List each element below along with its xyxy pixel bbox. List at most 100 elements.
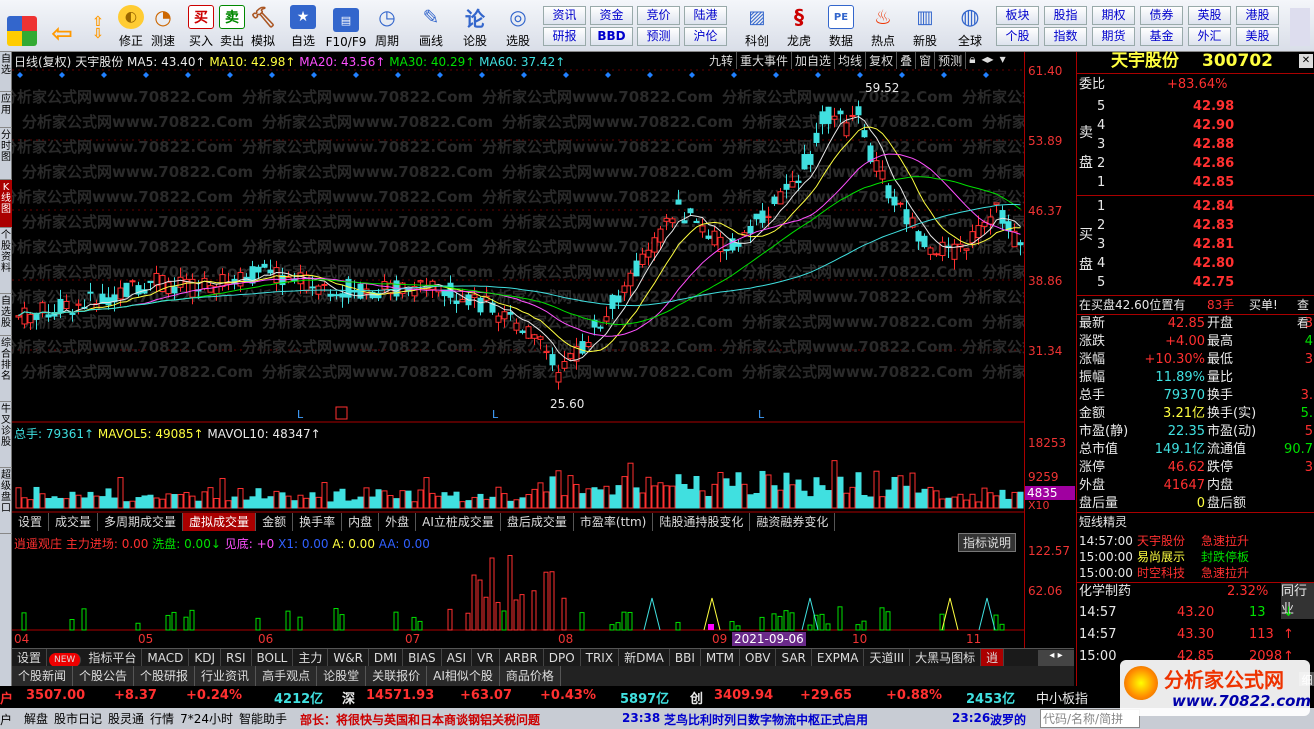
indicator-bottom-tab[interactable]: MTM: [701, 649, 740, 667]
indicator-tab[interactable]: 融资融券变化: [750, 513, 836, 531]
ukstock-grid-button[interactable]: 英股: [1188, 6, 1231, 25]
indicator-bottom-tab[interactable]: DMI: [369, 649, 404, 667]
info-tab[interactable]: 关联报价: [366, 666, 428, 686]
indicator-tab[interactable]: AI立桩成交量: [416, 513, 501, 531]
indicator-bottom-tab[interactable]: 设置: [12, 649, 48, 667]
tool-nine[interactable]: 九转: [706, 52, 738, 69]
sell-button[interactable]: 卖 卖出: [217, 3, 247, 49]
news-link[interactable]: 股市日记: [54, 710, 102, 727]
bbd-grid-button[interactable]: BBD: [590, 27, 633, 46]
new-badge[interactable]: NEW: [49, 653, 82, 667]
kechuang-button[interactable]: ▨ 科创: [740, 3, 774, 49]
tool-events[interactable]: 重大事件: [737, 52, 793, 69]
board-label[interactable]: 中小板指: [1036, 688, 1088, 707]
forecast-grid-button[interactable]: 预测: [637, 27, 680, 46]
tool-lock-icon[interactable]: 🔒︎: [966, 52, 978, 69]
hulun-grid-button[interactable]: 沪伦: [684, 27, 727, 46]
info-tab[interactable]: 高手观点: [256, 666, 318, 686]
indicator-tab[interactable]: 设置: [12, 513, 50, 531]
indicator-bottom-tab[interactable]: RSI: [221, 649, 252, 667]
leftnav-mystocks[interactable]: 自选股: [0, 294, 12, 336]
leftnav-watchlist[interactable]: 自选: [0, 52, 12, 92]
windows-button[interactable]: [4, 3, 40, 49]
hkstock-grid-button[interactable]: 港股: [1236, 6, 1279, 25]
headline-3[interactable]: 波罗的: [990, 711, 1026, 728]
forex-grid-button[interactable]: 外汇: [1188, 27, 1231, 46]
indicator-tab[interactable]: 盘后成交量: [501, 513, 574, 531]
hot-button[interactable]: ♨ 热点: [866, 3, 900, 49]
indicator-bottom-tab[interactable]: OBV: [740, 649, 777, 667]
leftnav-profile[interactable]: 个股资料: [0, 228, 12, 294]
tool-ma[interactable]: 均线: [835, 52, 867, 69]
buy-level[interactable]: 3 42.81: [1077, 236, 1314, 254]
indicator-bottom-tab[interactable]: DPO: [544, 649, 581, 667]
tool-adjust[interactable]: 复权: [866, 52, 898, 69]
info-tab[interactable]: 商品价格: [499, 666, 561, 686]
stockindex-grid-button[interactable]: 股指: [1044, 6, 1087, 25]
indicator-tab[interactable]: 外盘: [379, 513, 417, 531]
simulate-button[interactable]: 🔨︎ 模拟: [248, 3, 278, 49]
indicator-bottom-tab[interactable]: KDJ: [189, 649, 221, 667]
stock-grid-button[interactable]: 个股: [996, 27, 1039, 46]
dragon-button[interactable]: § 龙虎: [782, 3, 816, 49]
tool-forecast[interactable]: 预测: [935, 52, 967, 69]
global-button[interactable]: ◍ 全球: [952, 3, 988, 49]
back-button[interactable]: ⇦: [46, 3, 78, 49]
chart-area[interactable]: 分析家公式网www.70822.Com 分析家公式网www.70822.Com 分析…: [12, 52, 1024, 648]
buy-level[interactable]: 2 42.83: [1077, 217, 1314, 235]
indicator-bottom-tab[interactable]: EXPMA: [812, 649, 865, 667]
tab-scroll-arrows[interactable]: ◂ ▸: [1038, 650, 1074, 666]
news-link[interactable]: 解盘: [24, 710, 48, 727]
research-grid-button[interactable]: 研报: [543, 27, 586, 46]
tool-dropdown-icon[interactable]: ▾: [997, 52, 1009, 69]
bidding-grid-button[interactable]: 竞价: [637, 6, 680, 25]
indicator-bottom-tab[interactable]: TRIX: [581, 649, 620, 667]
kline-chart[interactable]: 分析家公式网www.70822.Com 分析家公式网www.70822.Com 分析…: [12, 52, 1024, 648]
data-button[interactable]: PE 数据: [824, 3, 858, 49]
indicator-bottom-tab[interactable]: BIAS: [403, 649, 442, 667]
news-link[interactable]: 股灵通: [108, 710, 144, 727]
leftnav-diagnose[interactable]: 牛叉诊股: [0, 402, 12, 468]
sector-grid-button[interactable]: 板块: [996, 6, 1039, 25]
info-tab[interactable]: 个股公告: [73, 666, 135, 686]
buy-button[interactable]: 买 买入: [186, 3, 216, 49]
speed-button[interactable]: ◔ 测速: [148, 3, 178, 49]
buy-level[interactable]: 4 42.80: [1077, 255, 1314, 273]
indicator-bottom-tab[interactable]: MACD: [142, 649, 190, 667]
indicator-bottom-tab[interactable]: 天道III: [864, 649, 911, 667]
tool-overlay[interactable]: 叠: [897, 52, 917, 69]
tool-window[interactable]: 窗: [916, 52, 936, 69]
indicator-tab[interactable]: 内盘: [342, 513, 380, 531]
indicator-bottom-tab[interactable]: 大黑马图标: [910, 649, 982, 667]
sell-level[interactable]: 4 42.90: [1077, 117, 1314, 135]
indicator-tab[interactable]: 多周期成交量: [98, 513, 184, 531]
lugang-grid-button[interactable]: 陆港: [684, 6, 727, 25]
indicator-bottom-tab[interactable]: 新DMA: [619, 649, 670, 667]
sell-level[interactable]: 2 42.86: [1077, 155, 1314, 173]
updown-button[interactable]: ⇧ ⇩: [84, 3, 112, 49]
leftnav-ranking[interactable]: 综合排名: [0, 336, 12, 402]
indicator-bottom-tab[interactable]: 指标平台: [83, 649, 143, 667]
indicator-tab[interactable]: 市盈率(ttm): [574, 513, 654, 531]
indicator-bottom-tab[interactable]: 主力: [293, 649, 329, 667]
toolbar-scroll[interactable]: [1290, 8, 1310, 46]
funds2-grid-button[interactable]: 基金: [1140, 27, 1183, 46]
indicator-tab[interactable]: 陆股通持股变化: [653, 513, 751, 531]
usstock-grid-button[interactable]: 美股: [1236, 27, 1279, 46]
indicator-bottom-tab[interactable]: VR: [472, 649, 500, 667]
indicator-help-button[interactable]: 指标说明: [958, 533, 1017, 552]
headline-1[interactable]: 部长：将很快与英国和日本商谈钢铝关税问题: [300, 711, 540, 728]
funds-grid-button[interactable]: 资金: [590, 6, 633, 25]
news-grid-button[interactable]: 资讯: [543, 6, 586, 25]
forum-button[interactable]: 论 论股: [458, 3, 492, 49]
indicator-tab[interactable]: 换手率: [293, 513, 343, 531]
sell-level[interactable]: 5 42.98: [1077, 98, 1314, 116]
stock-select-button[interactable]: ◎ 选股: [500, 3, 536, 49]
news-link[interactable]: 智能助手: [239, 710, 287, 727]
indicator-tab[interactable]: 成交量: [49, 513, 99, 531]
info-tab[interactable]: AI相似个股: [427, 666, 500, 686]
buy-level[interactable]: 1 42.84: [1077, 198, 1314, 216]
info-tab[interactable]: 行业资讯: [195, 666, 257, 686]
indicator-tab[interactable]: 金额: [256, 513, 294, 531]
indicator-tab[interactable]: 虚拟成交量: [183, 513, 257, 531]
